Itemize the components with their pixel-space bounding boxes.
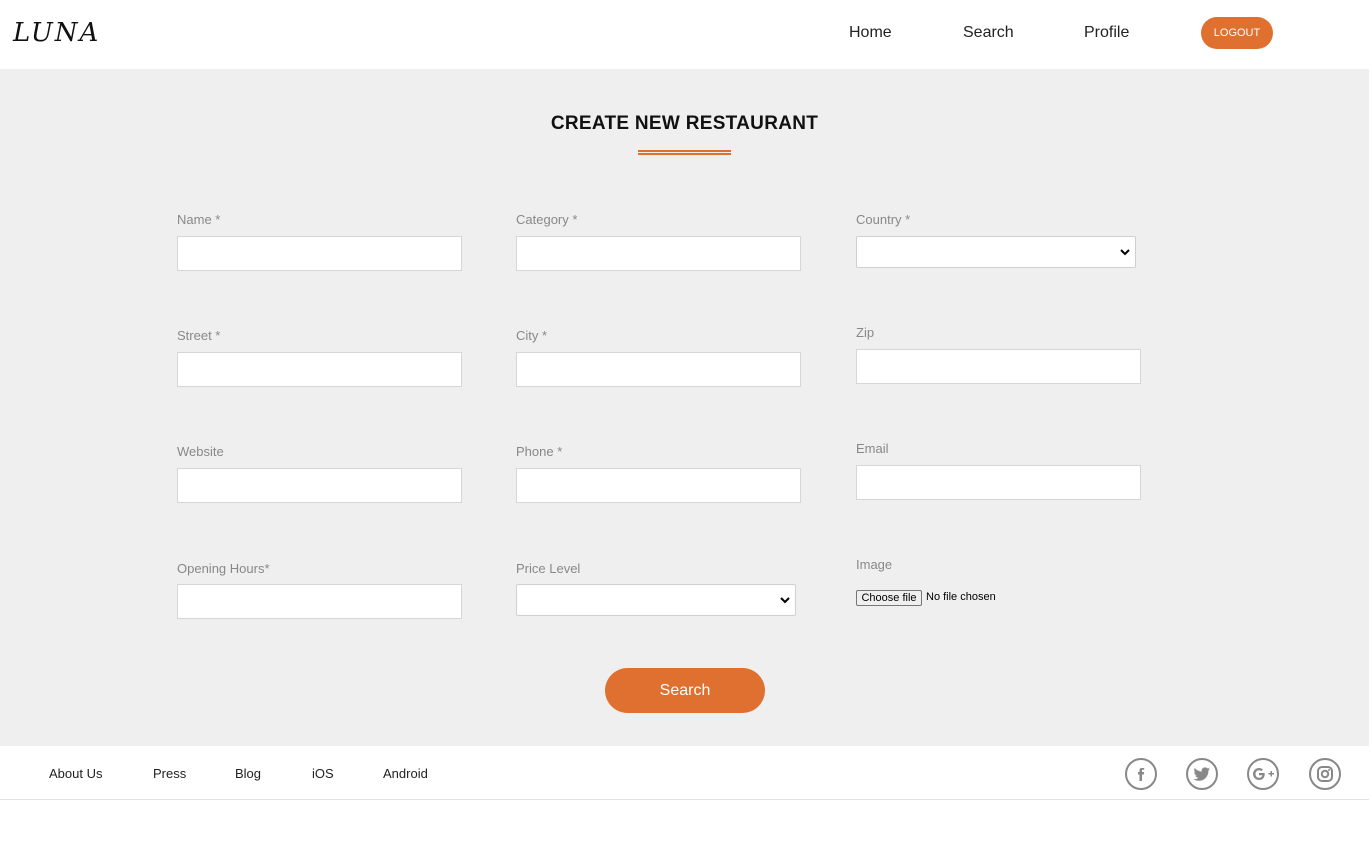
website-input[interactable] bbox=[177, 468, 462, 503]
main-content: CREATE NEW RESTAURANT Name * Category * … bbox=[0, 69, 1369, 746]
image-label: Image bbox=[856, 557, 893, 572]
website-label: Website bbox=[177, 444, 224, 459]
zip-input[interactable] bbox=[856, 349, 1141, 384]
title-underline bbox=[638, 150, 731, 155]
city-input[interactable] bbox=[516, 352, 801, 387]
nav-home[interactable]: Home bbox=[849, 24, 892, 42]
phone-label: Phone * bbox=[516, 444, 563, 459]
chevron-down-icon bbox=[780, 597, 790, 604]
footer-link-blog[interactable]: Blog bbox=[235, 766, 261, 781]
page-title: CREATE NEW RESTAURANT bbox=[550, 113, 819, 134]
instagram-icon[interactable] bbox=[1309, 758, 1341, 790]
footer-link-ios[interactable]: iOS bbox=[312, 766, 334, 781]
file-status-text: No file chosen bbox=[926, 591, 996, 603]
city-label: City * bbox=[516, 328, 548, 343]
price-level-select[interactable] bbox=[516, 584, 796, 616]
phone-input[interactable] bbox=[516, 468, 801, 503]
email-input[interactable] bbox=[856, 465, 1141, 500]
nav-profile[interactable]: Profile bbox=[1084, 24, 1129, 42]
category-input[interactable] bbox=[516, 236, 801, 271]
name-label: Name * bbox=[177, 212, 221, 227]
google-plus-icon[interactable] bbox=[1247, 758, 1279, 790]
twitter-icon[interactable] bbox=[1186, 758, 1218, 790]
footer-link-android[interactable]: Android bbox=[383, 766, 428, 781]
nav-search[interactable]: Search bbox=[963, 24, 1014, 42]
category-label: Category * bbox=[516, 212, 578, 227]
footer-link-about[interactable]: About Us bbox=[49, 766, 102, 781]
footer-link-press[interactable]: Press bbox=[153, 766, 186, 781]
opening-hours-input[interactable] bbox=[177, 584, 462, 619]
choose-file-button[interactable]: Choose file bbox=[856, 590, 922, 606]
zip-label: Zip bbox=[856, 325, 875, 340]
footer: About Us Press Blog iOS Android bbox=[0, 747, 1369, 800]
email-label: Email bbox=[856, 441, 889, 456]
header: LUNA Home Search Profile LOGOUT bbox=[0, 0, 1372, 69]
price-level-label: Price Level bbox=[516, 561, 581, 576]
logo[interactable]: LUNA bbox=[13, 18, 100, 48]
opening-hours-label: Opening Hours* bbox=[177, 561, 270, 576]
street-label: Street * bbox=[177, 328, 221, 343]
logout-button[interactable]: LOGOUT bbox=[1201, 17, 1273, 49]
chevron-down-icon bbox=[1120, 249, 1130, 256]
name-input[interactable] bbox=[177, 236, 462, 271]
street-input[interactable] bbox=[177, 352, 462, 387]
country-label: Country * bbox=[856, 212, 911, 227]
country-select[interactable] bbox=[856, 236, 1136, 268]
facebook-icon[interactable] bbox=[1125, 758, 1157, 790]
submit-button[interactable]: Search bbox=[605, 668, 765, 713]
